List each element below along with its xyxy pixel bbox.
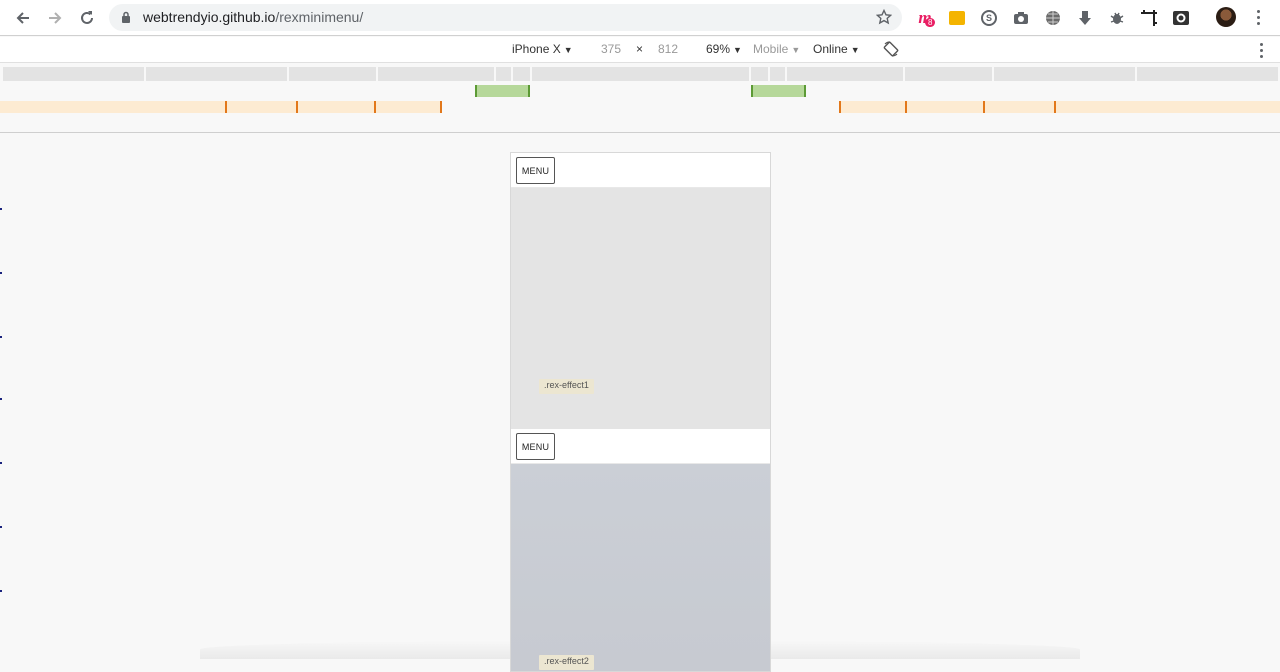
mq-bar[interactable]	[513, 67, 530, 81]
width-input[interactable]: 375	[601, 42, 621, 56]
mq-bar[interactable]	[787, 67, 903, 81]
note-extension-button[interactable]	[947, 8, 967, 28]
kebab-menu-icon[interactable]	[1259, 43, 1263, 58]
chevron-down-icon: ▼	[850, 45, 860, 55]
demo-panel: .rex-effect1	[511, 188, 770, 429]
skype-extension-button[interactable]: S	[979, 8, 999, 28]
camera-lens-icon	[1173, 11, 1189, 25]
mq-tick	[839, 101, 841, 113]
ruler-mark	[0, 590, 2, 592]
back-icon	[16, 12, 29, 24]
mq-tick	[225, 101, 227, 113]
mq-tick	[983, 101, 985, 113]
mq-bar[interactable]	[3, 67, 144, 81]
globe-icon	[1046, 11, 1060, 25]
ruler-mark	[0, 272, 2, 274]
network-select[interactable]: Online ▼	[813, 42, 860, 56]
mq-bar[interactable]	[496, 67, 511, 81]
skype-icon: S	[981, 10, 997, 26]
url-host: webtrendyio.github.io	[143, 9, 276, 25]
star-icon[interactable]	[876, 9, 892, 25]
effect-label: .rex-effect1	[539, 379, 594, 394]
mq-tick	[440, 101, 442, 113]
rotate-button[interactable]	[883, 41, 899, 60]
mq-bar-green[interactable]	[751, 85, 806, 97]
ruler-mark	[0, 398, 2, 400]
screenshot-crop-icon	[1141, 10, 1157, 26]
demo-section-1: MENU .rex-effect1	[511, 153, 770, 429]
device-select[interactable]: iPhone X ▼	[512, 42, 573, 56]
mq-tick	[296, 101, 298, 113]
back-button[interactable]	[11, 6, 35, 30]
demo-section-2: MENU .rex-effect2	[511, 429, 770, 671]
mq-bar[interactable]	[146, 67, 287, 81]
rotate-icon	[883, 41, 899, 57]
mq-bar-green[interactable]	[475, 85, 530, 97]
url-text: webtrendyio.github.io/rexminimenu/	[143, 9, 363, 25]
mq-bar[interactable]	[1137, 67, 1278, 81]
media-query-bars	[0, 63, 1280, 133]
device-viewport[interactable]: MENU .rex-effect1 MENU .rex-effect2	[510, 152, 771, 672]
mq-bar[interactable]	[289, 67, 376, 81]
mq-tick	[374, 101, 376, 113]
extension-badge: 8	[925, 18, 936, 27]
mq-bar[interactable]	[378, 67, 494, 81]
chevron-down-icon: ▼	[791, 45, 801, 55]
m-extension-button[interactable]: m 8	[915, 8, 936, 28]
lens-extension-button[interactable]	[1171, 8, 1191, 28]
device-toolbar: iPhone X ▼ 375 × 812 69% ▼ Mobile ▼ Online ▼	[0, 37, 1280, 63]
demo-header: MENU	[511, 429, 770, 464]
browser-toolbar: webtrendyio.github.io/rexminimenu/ m 8 S	[0, 0, 1280, 36]
reload-icon	[81, 11, 93, 24]
ruler-mark	[0, 526, 2, 528]
forward-button[interactable]	[43, 6, 67, 30]
mq-bar[interactable]	[770, 67, 785, 81]
dimension-separator: ×	[636, 42, 644, 56]
demo-header: MENU	[511, 153, 770, 188]
kebab-menu-icon[interactable]	[1256, 10, 1260, 25]
download-extension-button[interactable]	[1075, 8, 1095, 28]
camera-icon	[1014, 12, 1028, 24]
mq-tick	[905, 101, 907, 113]
mode-select[interactable]: Mobile ▼	[753, 42, 800, 56]
avatar[interactable]	[1216, 7, 1236, 27]
zoom-select[interactable]: 69% ▼	[706, 42, 742, 56]
demo-panel: .rex-effect2	[511, 464, 770, 671]
camera-extension-button[interactable]	[1011, 8, 1031, 28]
zoom-value: 69%	[706, 42, 731, 56]
globe-extension-button[interactable]	[1043, 8, 1063, 28]
screenshot-extension-button[interactable]	[1139, 8, 1159, 28]
note-extension-icon	[949, 11, 965, 25]
mq-tick	[1054, 101, 1056, 113]
forward-icon	[49, 12, 62, 24]
ruler-mark	[0, 462, 2, 464]
chevron-down-icon: ▼	[733, 45, 742, 55]
mq-bar[interactable]	[905, 67, 992, 81]
mq-bar[interactable]	[751, 67, 768, 81]
bug-extension-button[interactable]	[1107, 8, 1127, 28]
bug-icon	[1110, 12, 1124, 24]
menu-button[interactable]: MENU	[516, 157, 555, 184]
mode-value: Mobile	[753, 42, 789, 56]
address-bar[interactable]: webtrendyio.github.io/rexminimenu/	[109, 4, 902, 31]
reload-button[interactable]	[75, 6, 99, 30]
chevron-down-icon: ▼	[563, 45, 573, 55]
network-value: Online	[813, 42, 848, 56]
mq-bar[interactable]	[994, 67, 1135, 81]
lock-icon	[122, 11, 130, 23]
effect-label: .rex-effect2	[539, 655, 594, 670]
device-name: iPhone X	[512, 42, 561, 56]
url-path: /rexminimenu/	[275, 9, 364, 25]
download-icon	[1079, 11, 1091, 25]
menu-button[interactable]: MENU	[516, 433, 555, 460]
ruler-mark	[0, 336, 2, 338]
mq-bar[interactable]	[532, 67, 749, 81]
ruler-mark	[0, 208, 2, 210]
height-input[interactable]: 812	[658, 42, 678, 56]
